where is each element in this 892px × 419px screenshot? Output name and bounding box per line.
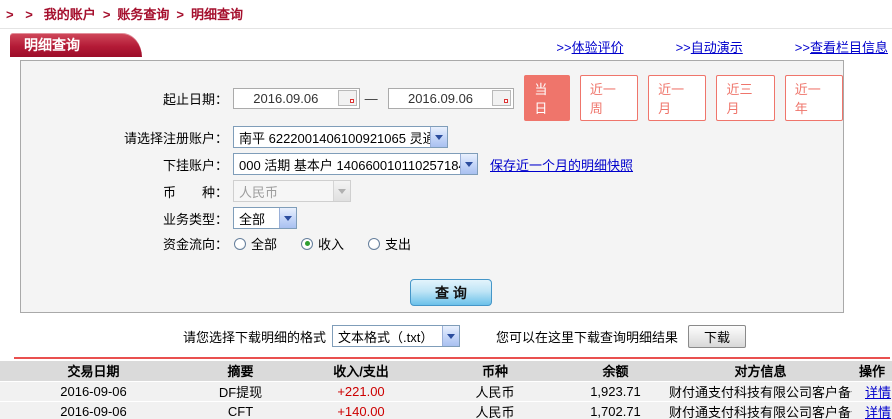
download-format-select[interactable]: 文本格式（.txt） — [332, 325, 460, 347]
query-button[interactable]: 查 询 — [410, 279, 492, 306]
detail-link[interactable]: 详情 — [865, 385, 891, 400]
business-type-label: 业务类型： — [21, 209, 228, 228]
tab-detail-query[interactable]: 明细查询 — [10, 33, 142, 57]
header-summary: 摘要 — [187, 361, 294, 381]
radio-icon[interactable] — [234, 238, 246, 250]
end-date-value: 2016.09.06 — [389, 91, 493, 106]
cell-summary: DF提现 — [187, 381, 294, 401]
registered-account-label: 请选择注册账户： — [21, 128, 228, 147]
table-header-row: 交易日期 摘要 收入/支出 币种 余额 对方信息 操作 — [0, 361, 892, 381]
fund-flow-all-option[interactable]: 全部 — [234, 234, 277, 253]
date-range-label: 起止日期： — [21, 89, 228, 108]
fund-flow-label: 资金流向： — [21, 234, 228, 253]
link-auto-demo[interactable]: >>自动演示 — [676, 37, 743, 56]
header-amount: 收入/支出 — [294, 361, 428, 381]
breadcrumb-account-query[interactable]: 账务查询 — [117, 7, 169, 22]
cell-counterparty: 财付通支付科技有限公司客户备付金 — [669, 401, 852, 419]
cell-balance: 1,923.71 — [562, 381, 669, 401]
breadcrumb-prefix: > > — [6, 7, 44, 22]
transactions-table: 交易日期 摘要 收入/支出 币种 余额 对方信息 操作 2016-09-06 D… — [0, 361, 892, 419]
currency-label: 币 种： — [21, 182, 228, 201]
breadcrumb: > >我的账户>账务查询>明细查询 — [0, 0, 892, 29]
download-result-label: 您可以在这里下载查询明细结果 — [496, 327, 678, 346]
header-balance: 余额 — [562, 361, 669, 381]
chevron-down-icon[interactable] — [279, 208, 296, 228]
currency-row: 币 种： 人民币 — [21, 180, 843, 202]
detail-link[interactable]: 详情 — [865, 405, 891, 419]
chevron-down-icon — [333, 181, 350, 201]
download-format-label: 请您选择下载明细的格式 — [183, 327, 326, 346]
table-row: 2016-09-06 DF提现 +221.00 人民币 1,923.71 财付通… — [0, 381, 892, 401]
table-row: 2016-09-06 CFT +140.00 人民币 1,702.71 财付通支… — [0, 401, 892, 419]
fund-flow-expense-option[interactable]: 支出 — [368, 234, 411, 253]
chevron-down-icon[interactable] — [442, 326, 459, 346]
download-row: 请您选择下载明细的格式 文本格式（.txt） 您可以在这里下载查询明细结果 下载 — [183, 324, 892, 348]
link-experience-review[interactable]: >>体验评价 — [556, 37, 623, 56]
date-separator: — — [360, 91, 383, 106]
cell-currency: 人民币 — [428, 381, 562, 401]
breadcrumb-detail-query[interactable]: 明细查询 — [191, 7, 243, 22]
quick-range-year-button[interactable]: 近一年 — [785, 75, 843, 121]
sub-account-label: 下挂账户： — [21, 155, 228, 174]
cell-amount: +221.00 — [294, 381, 428, 401]
breadcrumb-separator: > — [96, 7, 118, 22]
end-date-input[interactable]: 2016.09.06 — [388, 88, 515, 109]
tab-bar: 明细查询 >>体验评价 >>自动演示 >>查看栏目信息 — [0, 29, 892, 57]
cell-counterparty: 财付通支付科技有限公司客户备付金 — [669, 381, 852, 401]
quick-range-today-button[interactable]: 当日 — [524, 75, 570, 121]
header-date: 交易日期 — [0, 361, 187, 381]
radio-icon[interactable] — [301, 238, 313, 250]
fund-flow-income-option[interactable]: 收入 — [301, 234, 344, 253]
quick-range-month-button[interactable]: 近一月 — [648, 75, 706, 121]
start-date-input[interactable]: 2016.09.06 — [233, 88, 360, 109]
sub-account-row: 下挂账户： 000 活期 基本户 1406600101102571848 保存近… — [21, 153, 843, 175]
quick-range-buttons: 当日 近一周 近一月 近三月 近一年 — [524, 75, 843, 121]
sub-account-select[interactable]: 000 活期 基本户 1406600101102571848 — [233, 153, 478, 175]
calendar-icon[interactable] — [338, 90, 357, 106]
header-action: 操作 — [852, 361, 892, 381]
header-counterparty: 对方信息 — [669, 361, 852, 381]
business-type-row: 业务类型： 全部 — [21, 207, 843, 229]
query-form-panel: 起止日期： 2016.09.06 — 2016.09.06 当日 近一周 近一月… — [20, 60, 844, 313]
quick-range-quarter-button[interactable]: 近三月 — [716, 75, 774, 121]
link-column-info[interactable]: >>查看栏目信息 — [795, 37, 888, 56]
chevron-down-icon[interactable] — [430, 127, 447, 147]
start-date-value: 2016.09.06 — [234, 91, 338, 106]
date-range-row: 起止日期： 2016.09.06 — 2016.09.06 当日 近一周 近一月… — [21, 75, 843, 121]
cell-currency: 人民币 — [428, 401, 562, 419]
calendar-icon[interactable] — [492, 90, 511, 106]
radio-icon[interactable] — [368, 238, 380, 250]
download-button[interactable]: 下载 — [688, 325, 746, 348]
table-top-rule — [14, 357, 890, 359]
chevron-down-icon[interactable] — [460, 154, 477, 174]
cell-balance: 1,702.71 — [562, 401, 669, 419]
quick-range-week-button[interactable]: 近一周 — [580, 75, 638, 121]
breadcrumb-my-account[interactable]: 我的账户 — [44, 7, 96, 22]
cell-amount: +140.00 — [294, 401, 428, 419]
save-snapshot-link[interactable]: 保存近一个月的明细快照 — [490, 155, 633, 174]
registered-account-select[interactable]: 南平 6222001406100921065 灵通卡 — [233, 126, 448, 148]
top-links: >>体验评价 >>自动演示 >>查看栏目信息 — [556, 37, 888, 56]
cell-date: 2016-09-06 — [0, 401, 187, 419]
cell-summary: CFT — [187, 401, 294, 419]
breadcrumb-separator: > — [169, 7, 191, 22]
fund-flow-options: 全部 收入 支出 — [234, 234, 435, 253]
registered-account-row: 请选择注册账户： 南平 6222001406100921065 灵通卡 — [21, 126, 843, 148]
currency-select: 人民币 — [233, 180, 351, 202]
cell-date: 2016-09-06 — [0, 381, 187, 401]
fund-flow-row: 资金流向： 全部 收入 支出 — [21, 234, 843, 253]
header-currency: 币种 — [428, 361, 562, 381]
tab-label: 明细查询 — [24, 37, 80, 53]
business-type-select[interactable]: 全部 — [233, 207, 297, 229]
